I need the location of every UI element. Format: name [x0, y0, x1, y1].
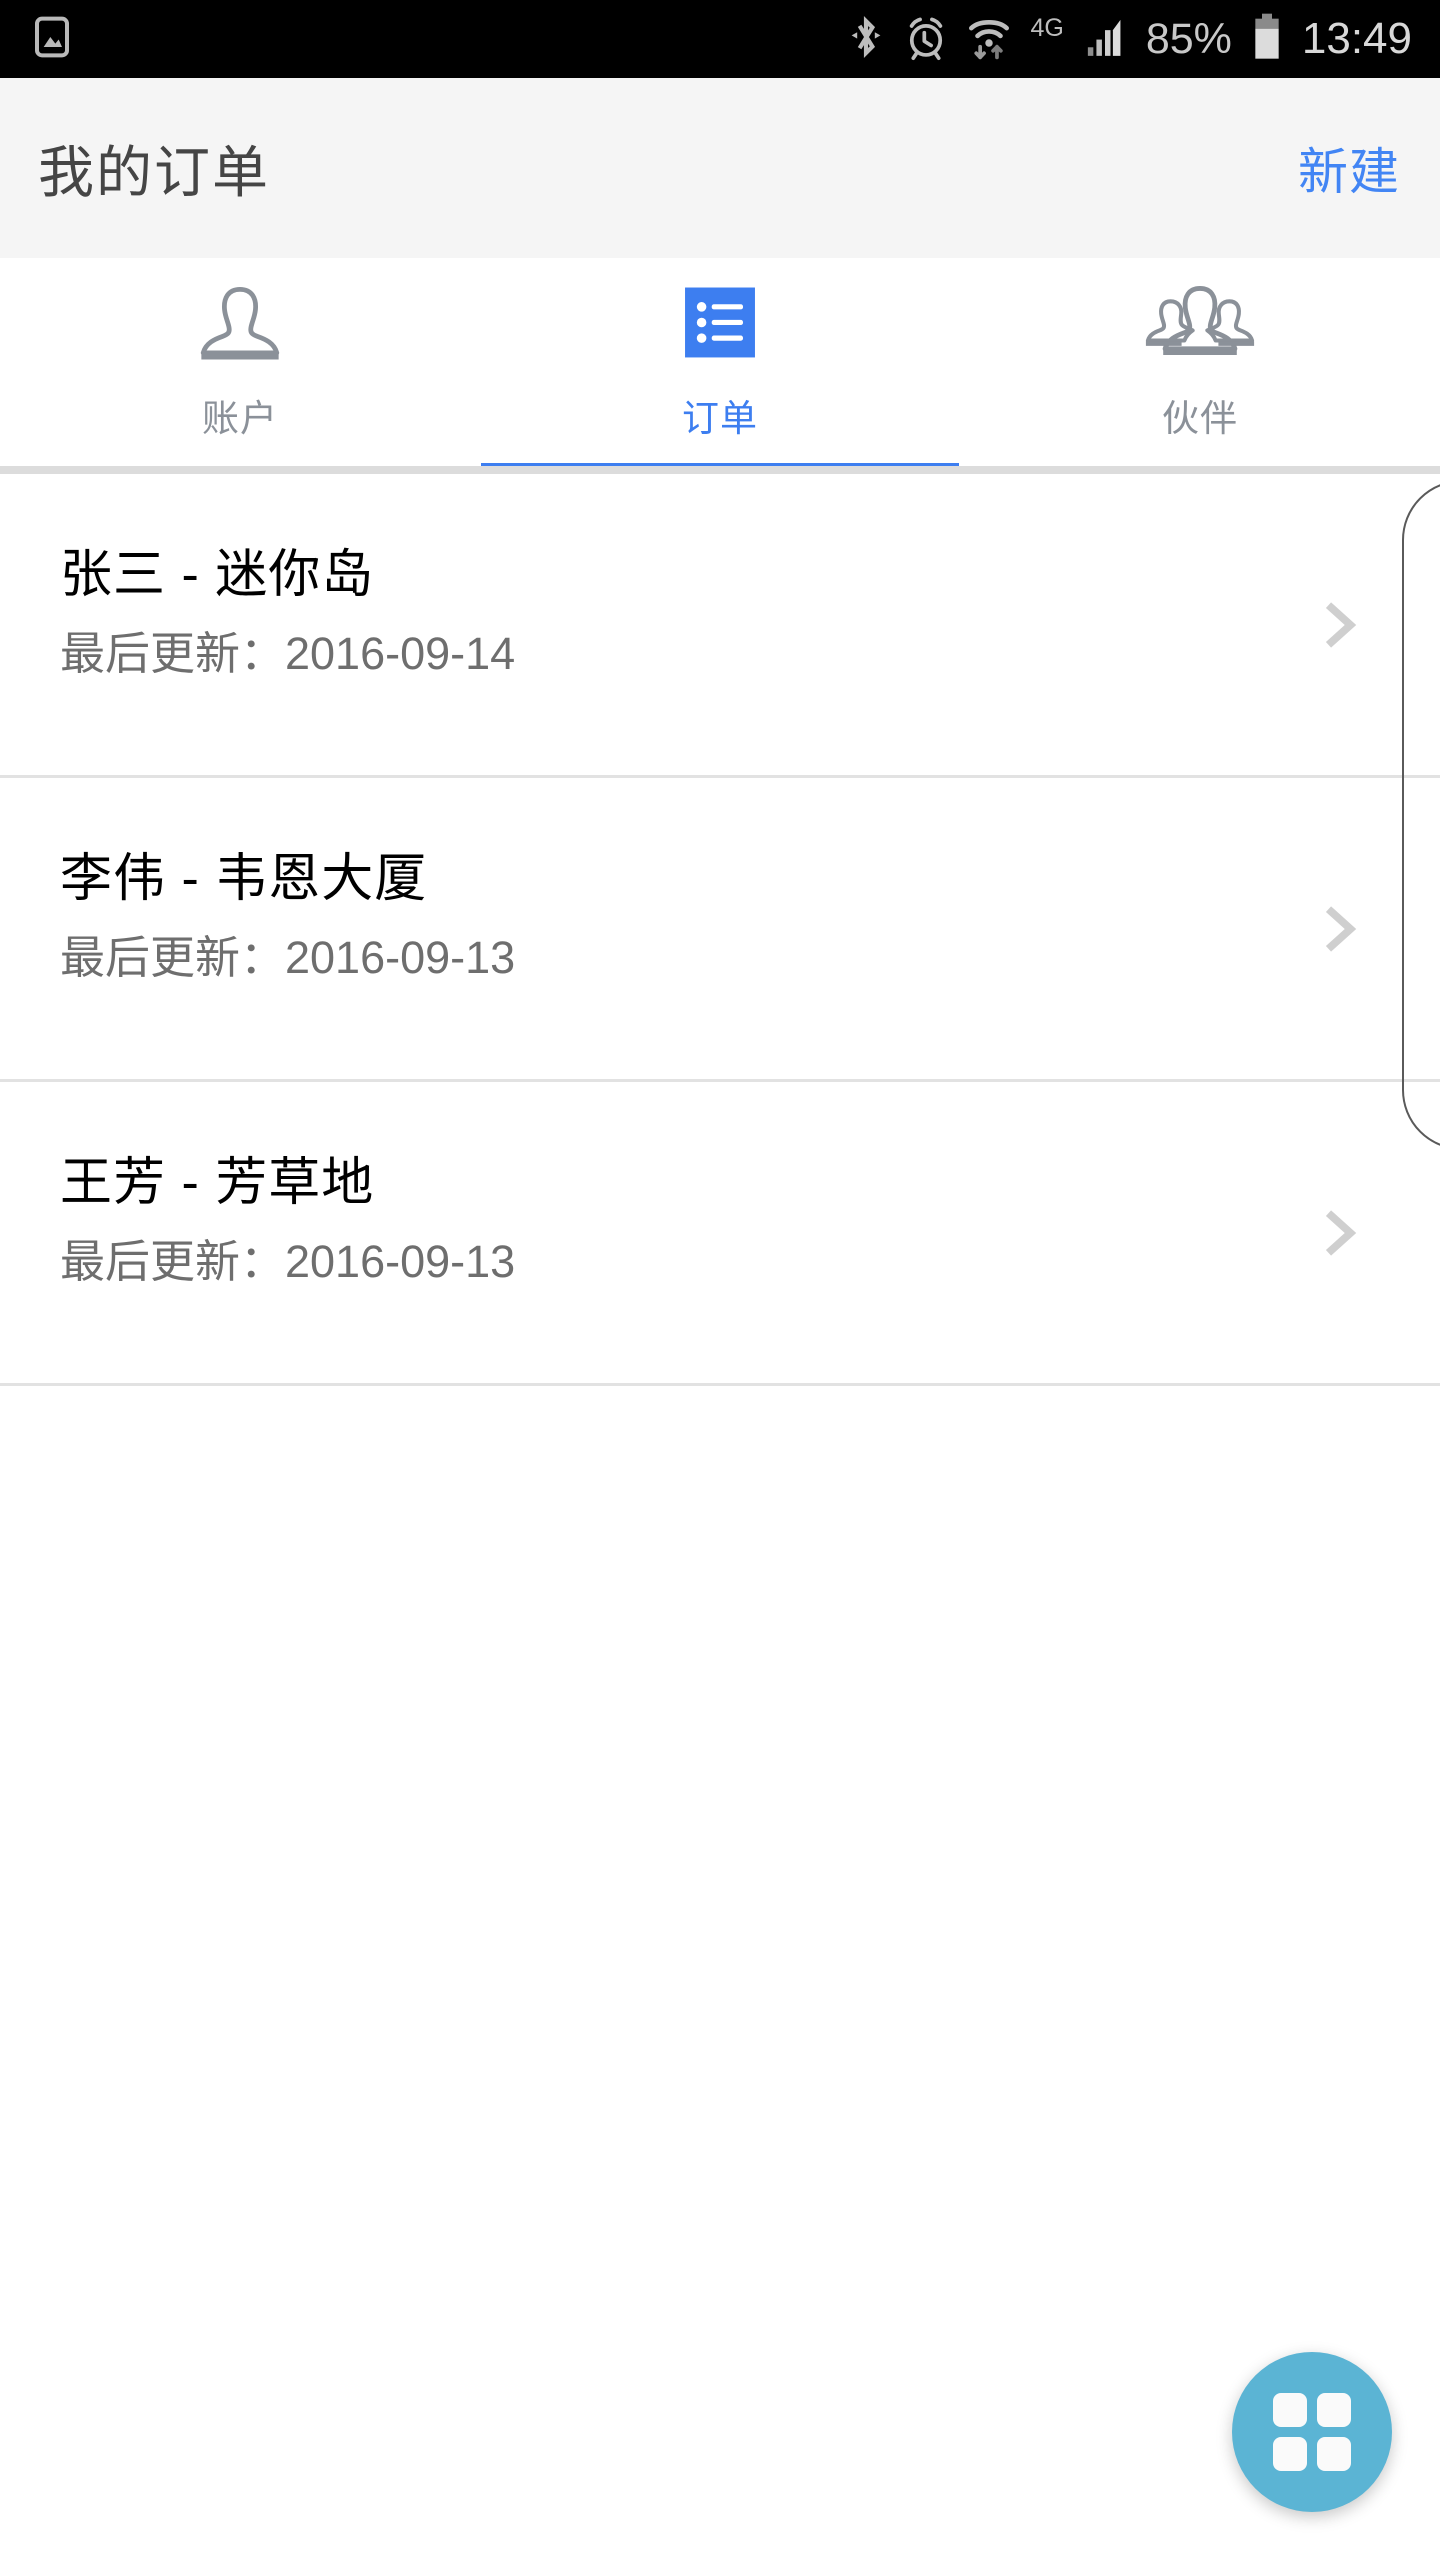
status-bar-left: [0, 15, 72, 64]
wifi-icon: [966, 12, 1012, 67]
clock-label: 13:49: [1301, 14, 1412, 63]
tab-accounts[interactable]: 账户: [0, 258, 480, 472]
grid-apps-icon: [1273, 2393, 1351, 2471]
alarm-icon: [904, 13, 948, 66]
status-bar-right: 4G 85% 13:49: [846, 12, 1440, 67]
table-row[interactable]: 张三 - 迷你岛 最后更新：2016-09-14: [0, 474, 1440, 778]
apps-fab-button[interactable]: [1232, 2352, 1392, 2512]
table-row[interactable]: 王芳 - 芳草地 最后更新：2016-09-13: [0, 1082, 1440, 1386]
order-row-texts: 王芳 - 芳草地 最后更新：2016-09-13: [60, 1154, 515, 1288]
new-order-button[interactable]: 新建: [1298, 132, 1440, 204]
tab-label-partners: 伙伴: [1162, 398, 1238, 439]
order-subtitle: 最后更新：2016-09-14: [60, 627, 516, 679]
order-list: 张三 - 迷你岛 最后更新：2016-09-14 李伟 - 韦恩大厦 最后更新：…: [0, 474, 1440, 1386]
order-subtitle: 最后更新：2016-09-13: [60, 931, 516, 983]
tab-bar-divider: [0, 466, 1440, 474]
order-row-texts: 李伟 - 韦恩大厦 最后更新：2016-09-13: [60, 850, 515, 984]
order-row-texts: 张三 - 迷你岛 最后更新：2016-09-14: [60, 546, 515, 680]
chevron-right-icon: [1316, 1209, 1362, 1256]
tab-partners[interactable]: 伙伴: [960, 258, 1440, 472]
status-bar: 4G 85% 13:49: [0, 0, 1440, 78]
order-title: 张三 - 迷你岛: [60, 546, 375, 604]
order-subtitle: 最后更新：2016-09-13: [60, 1235, 516, 1287]
mobile-data-label: 4G: [1030, 13, 1064, 42]
tab-label-accounts: 账户: [202, 398, 278, 439]
chevron-right-icon: [1316, 601, 1362, 648]
app-header: 我的订单 新建: [0, 78, 1440, 258]
order-title: 李伟 - 韦恩大厦: [60, 850, 428, 908]
signal-icon: [1082, 13, 1128, 66]
order-title: 王芳 - 芳草地: [60, 1154, 375, 1212]
list-icon: [671, 280, 769, 376]
tab-label-orders: 订单: [682, 398, 758, 439]
battery-percent-label: 85%: [1145, 14, 1232, 63]
table-row[interactable]: 李伟 - 韦恩大厦 最后更新：2016-09-13: [0, 778, 1440, 1082]
page-title: 我的订单: [38, 140, 270, 204]
person-icon: [191, 280, 289, 376]
bluetooth-icon: [846, 13, 886, 66]
phone-screen: 4G 85% 13:49 我的订单 新建 账户 订单 伙伴 张三 - 迷你岛 最…: [0, 0, 1440, 2560]
tab-bar: 账户 订单 伙伴: [0, 258, 1440, 472]
battery-icon: [1250, 12, 1284, 67]
tab-orders[interactable]: 订单: [480, 258, 960, 472]
people-group-icon: [1138, 280, 1262, 376]
chevron-right-icon: [1316, 905, 1362, 952]
image-notification-icon: [32, 15, 72, 64]
